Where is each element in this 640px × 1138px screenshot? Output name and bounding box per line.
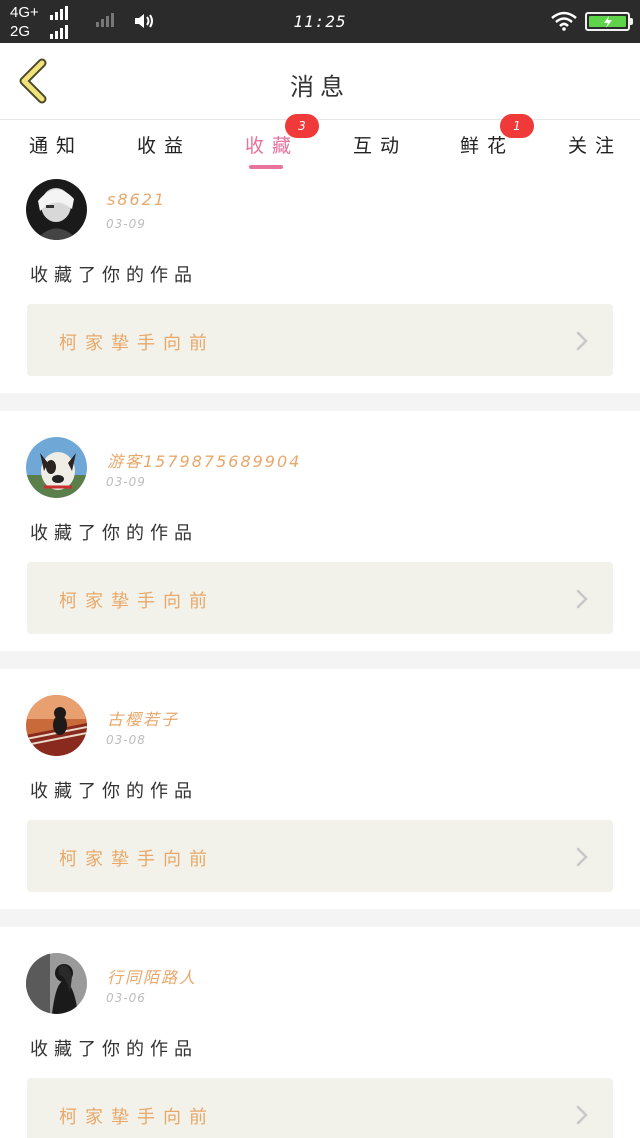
flowers-badge: 1 <box>500 114 534 138</box>
tab-interactions[interactable]: 互动 <box>353 131 407 171</box>
tab-earnings[interactable]: 收益 <box>137 131 191 171</box>
message-action: 收藏了你的作品 <box>30 523 198 544</box>
work-title: 柯家挚手向前 <box>59 591 215 612</box>
work-title: 柯家挚手向前 <box>59 333 215 354</box>
tab-notifications[interactable]: 通知 <box>29 131 83 171</box>
header: 消息 <box>0 43 640 120</box>
message-action: 收藏了你的作品 <box>30 265 198 286</box>
status-time: 11:25 <box>293 12 347 31</box>
username[interactable]: 行同陌路人 <box>107 964 197 988</box>
chevron-right-icon <box>576 331 588 351</box>
message-action: 收藏了你的作品 <box>30 781 198 802</box>
chevron-right-icon <box>576 1105 588 1125</box>
wifi-icon <box>551 11 577 31</box>
avatar[interactable] <box>26 695 87 756</box>
username[interactable]: 古樱若子 <box>107 706 179 730</box>
message-card[interactable]: 游客1579875689904 03-09 收藏了你的作品 柯家挚手向前 <box>0 411 640 651</box>
message-date: 03-09 <box>106 217 146 231</box>
work-link[interactable]: 柯家挚手向前 <box>27 562 613 634</box>
avatar[interactable] <box>26 179 87 240</box>
username[interactable]: s8621 <box>107 190 166 209</box>
work-link[interactable]: 柯家挚手向前 <box>27 1078 613 1138</box>
avatar[interactable] <box>26 437 87 498</box>
work-link[interactable]: 柯家挚手向前 <box>27 304 613 376</box>
status-bar: 4G+ 2G 11:25 <box>0 0 640 43</box>
chevron-right-icon <box>576 847 588 867</box>
message-card[interactable]: 古樱若子 03-08 收藏了你的作品 柯家挚手向前 <box>0 669 640 909</box>
divider <box>0 651 640 669</box>
page-title: 消息 <box>290 73 350 101</box>
message-card[interactable]: 行同陌路人 03-06 收藏了你的作品 柯家挚手向前 <box>0 927 640 1138</box>
avatar[interactable] <box>26 953 87 1014</box>
tab-following[interactable]: 关注 <box>568 131 622 171</box>
work-title: 柯家挚手向前 <box>59 1107 215 1128</box>
favorites-badge: 3 <box>285 114 319 138</box>
active-tab-indicator <box>249 165 283 169</box>
message-date: 03-06 <box>106 991 146 1005</box>
chevron-right-icon <box>576 589 588 609</box>
message-date: 03-09 <box>106 475 146 489</box>
message-action: 收藏了你的作品 <box>30 1039 198 1060</box>
message-card[interactable]: s8621 03-09 收藏了你的作品 柯家挚手向前 <box>0 173 640 413</box>
tab-bar: 通知 收益 收藏 3 互动 鲜花 1 关注 <box>0 114 640 173</box>
work-title: 柯家挚手向前 <box>59 849 215 870</box>
divider <box>0 909 640 927</box>
message-date: 03-08 <box>106 733 146 747</box>
divider <box>0 393 640 411</box>
work-link[interactable]: 柯家挚手向前 <box>27 820 613 892</box>
battery-charging-icon <box>585 12 633 31</box>
tab-flowers[interactable]: 鲜花 <box>460 131 514 171</box>
username[interactable]: 游客1579875689904 <box>107 448 301 472</box>
